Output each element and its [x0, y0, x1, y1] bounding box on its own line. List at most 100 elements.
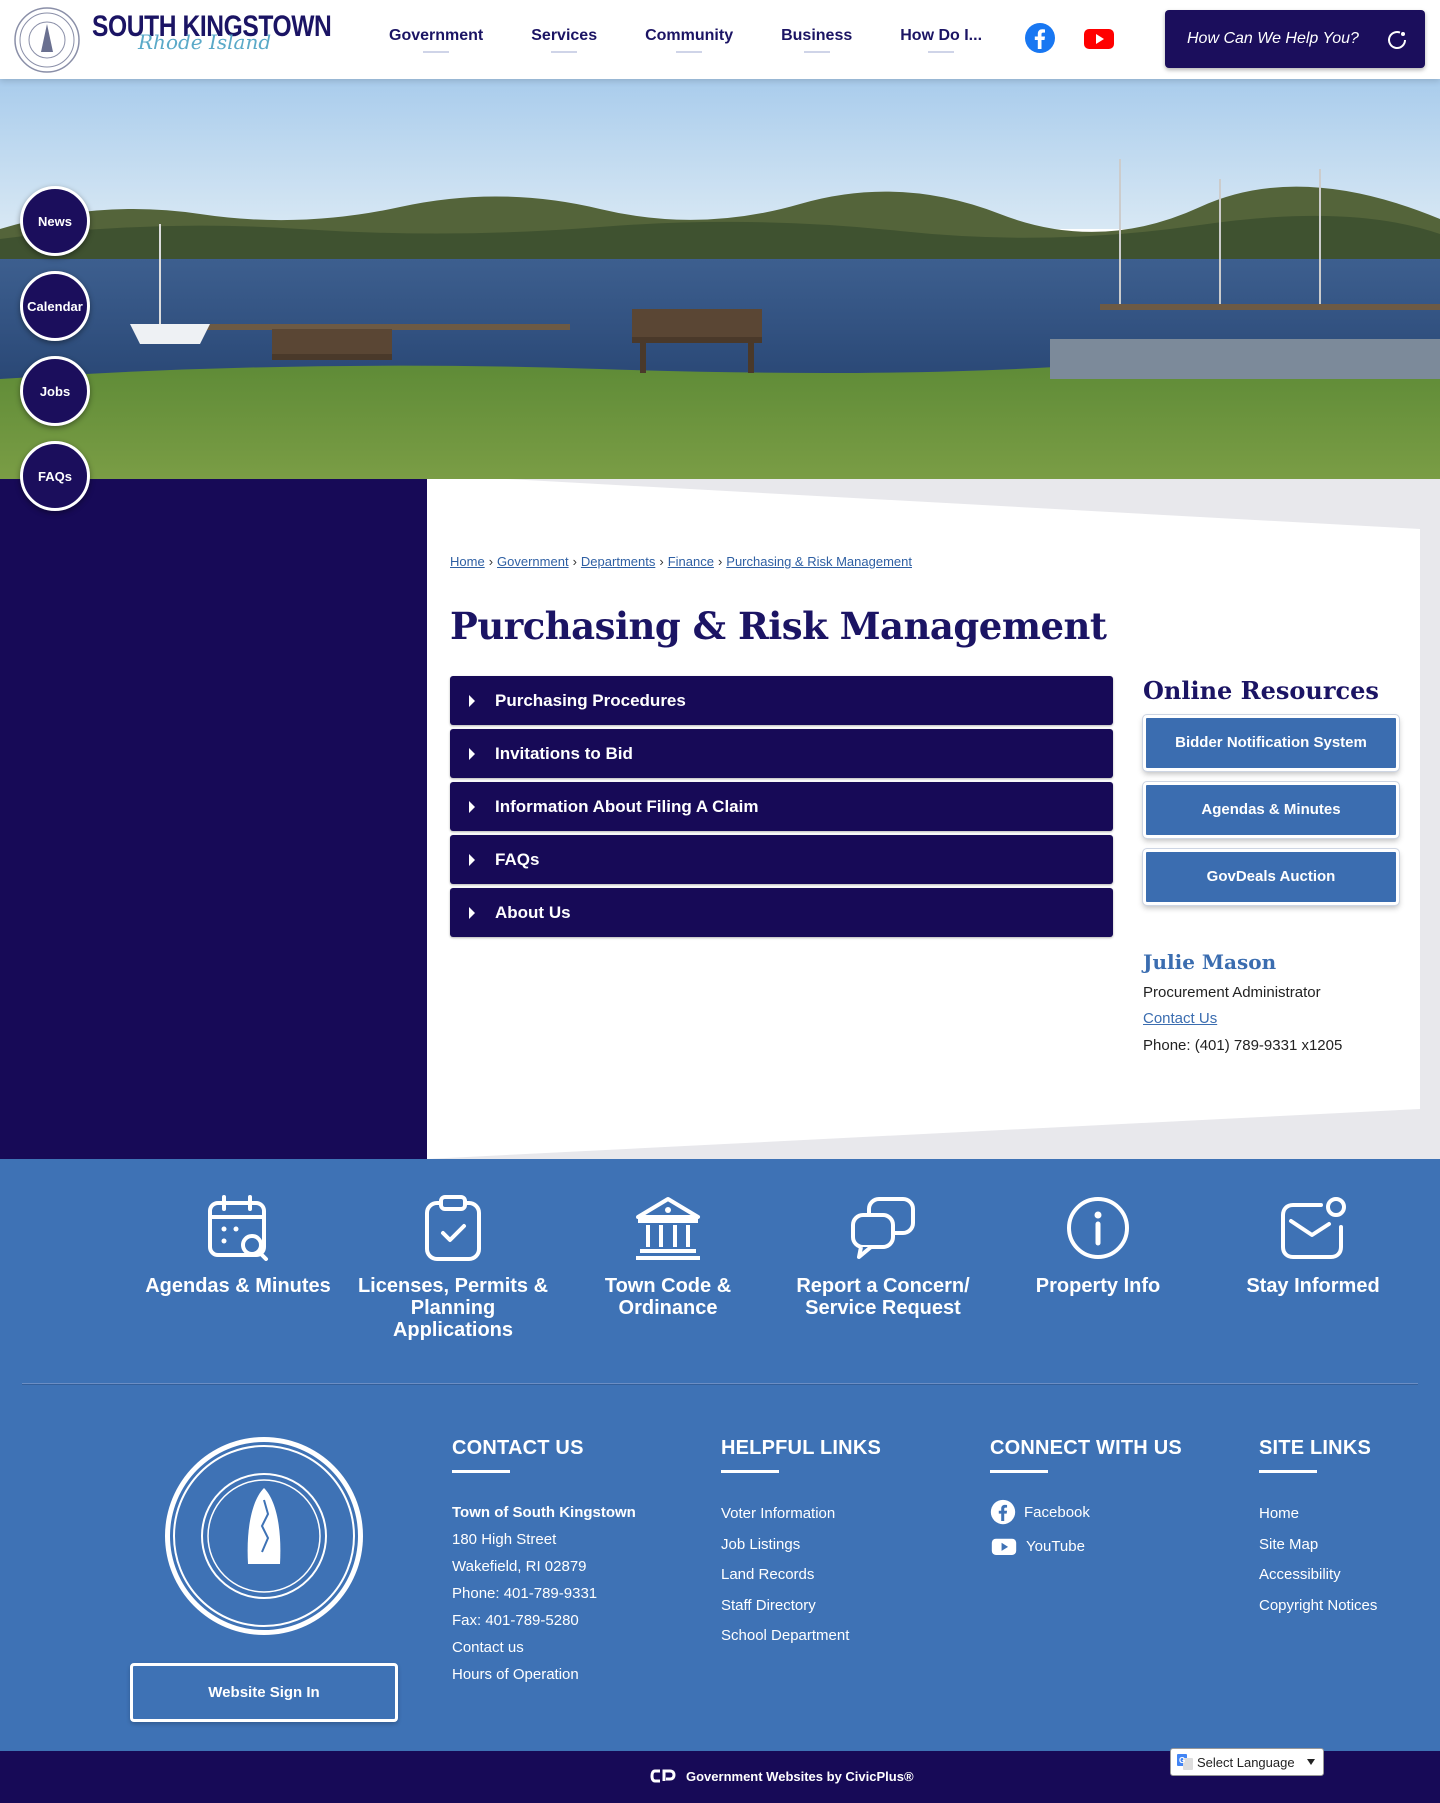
search-button[interactable]: How Can We Help You? [1165, 10, 1425, 68]
nav-label: Business [781, 26, 853, 44]
footer-contact-link[interactable]: Contact us [452, 1634, 636, 1661]
accordion-label: Purchasing Procedures [495, 690, 686, 710]
nav-underline [803, 50, 830, 53]
footer-facebook-link[interactable]: Facebook [990, 1499, 1182, 1525]
accordion-faqs[interactable]: FAQs [450, 835, 1113, 884]
quicklink-label: Property Info [1035, 1275, 1161, 1297]
breadcrumb-finance[interactable]: Finance [668, 554, 714, 569]
nav-label: Government [389, 26, 484, 44]
civicplus-credit-link[interactable]: Government Websites by CivicPlus® [650, 1768, 914, 1784]
website-sign-in-button[interactable]: Website Sign In [130, 1663, 398, 1722]
accordion: Purchasing Procedures Invitations to Bid… [450, 676, 1113, 941]
caret-right-icon [469, 801, 475, 813]
town-seal-footer [165, 1437, 363, 1635]
accordion-invitations-to-bid[interactable]: Invitations to Bid [450, 729, 1113, 778]
accordion-about-us[interactable]: About Us [450, 888, 1113, 937]
resource-button-label: GovDeals Auction [1206, 868, 1336, 885]
footer-link-job-listings[interactable]: Job Listings [721, 1530, 881, 1561]
nav-community[interactable]: Community [621, 0, 757, 79]
quick-jobs-button[interactable]: Jobs [20, 356, 90, 426]
accordion-label: Information About Filing A Claim [495, 796, 759, 816]
harbor-scene [0, 79, 1440, 479]
breadcrumb-current[interactable]: Purchasing & Risk Management [726, 554, 912, 569]
footer-hours-link[interactable]: Hours of Operation [452, 1661, 636, 1688]
quick-jobs-label: Jobs [39, 383, 71, 399]
quicklink-property-info[interactable]: Property Info [998, 1195, 1198, 1297]
accordion-purchasing-procedures[interactable]: Purchasing Procedures [450, 676, 1113, 725]
heading-underline [452, 1470, 510, 1473]
contact-phone: Phone: (401) 789-9331 x1205 [1143, 1037, 1343, 1054]
agendas-minutes-button[interactable]: Agendas & Minutes [1142, 781, 1400, 839]
accordion-label: About Us [495, 902, 571, 922]
footer-link-voter-info[interactable]: Voter Information [721, 1499, 881, 1530]
footer-address-street: 180 High Street [452, 1531, 557, 1548]
footer-youtube-link[interactable]: YouTube [990, 1533, 1182, 1559]
footer-connect-heading: CONNECT WITH US [990, 1437, 1182, 1459]
info-circle-icon [1067, 1197, 1129, 1259]
footer-link-copyright[interactable]: Copyright Notices [1259, 1591, 1377, 1622]
footer-link-home[interactable]: Home [1259, 1499, 1377, 1530]
footer-site-heading: SITE LINKS [1259, 1437, 1372, 1459]
footer-contact-heading: CONTACT US [452, 1437, 584, 1459]
search-button-label: How Can We Help You? [1187, 30, 1359, 47]
nav-business[interactable]: Business [757, 0, 876, 79]
quick-faqs-button[interactable]: FAQs [20, 441, 90, 511]
nav-label: Services [531, 26, 598, 44]
breadcrumb-departments[interactable]: Departments [581, 554, 655, 569]
heading-underline [990, 1470, 1048, 1473]
footer-link-land-records[interactable]: Land Records [721, 1560, 881, 1591]
nav-services[interactable]: Services [507, 0, 621, 79]
footer-helpful-heading: HELPFUL LINKS [721, 1437, 882, 1459]
civicplus-credit-text: Government Websites by CivicPlus® [686, 1768, 914, 1784]
footer-link-staff-directory[interactable]: Staff Directory [721, 1591, 881, 1622]
quicklink-agendas-minutes[interactable]: Agendas & Minutes [138, 1195, 338, 1297]
caret-right-icon [469, 854, 475, 866]
quicklink-stay-informed[interactable]: Stay Informed [1213, 1195, 1413, 1297]
facebook-icon[interactable] [1024, 22, 1056, 54]
online-resources-title: Online Resources [1143, 676, 1379, 705]
footer-connect-column: CONNECT WITH US Facebook YouTube [990, 1437, 1182, 1567]
quicklink-licenses-permits[interactable]: Licenses, Permits & Planning Application… [353, 1195, 553, 1341]
breadcrumb-separator: › [572, 554, 577, 569]
breadcrumb-government[interactable]: Government [497, 554, 569, 569]
quicklink-town-code[interactable]: Town Code & Ordinance [568, 1195, 768, 1319]
resource-button-label: Agendas & Minutes [1201, 801, 1341, 818]
quick-news-label: News [38, 213, 72, 229]
main-nav: Government Services Community Business H… [365, 0, 1006, 79]
caret-right-icon [469, 695, 475, 707]
facebook-icon [990, 1499, 1016, 1525]
breadcrumb-separator: › [488, 554, 494, 569]
quick-news-button[interactable]: News [20, 186, 90, 256]
language-select[interactable]: G Select Language [1170, 1748, 1324, 1776]
contact-us-link[interactable]: Contact Us [1143, 1010, 1217, 1027]
google-translate-icon: G [1177, 1754, 1193, 1770]
accordion-label: Invitations to Bid [495, 743, 633, 763]
nav-label: Community [645, 26, 734, 44]
accordion-filing-a-claim[interactable]: Information About Filing A Claim [450, 782, 1113, 831]
bidder-notification-button[interactable]: Bidder Notification System [1142, 714, 1400, 772]
nav-how-do-i[interactable]: How Do I... [876, 0, 1006, 79]
youtube-icon[interactable] [1084, 22, 1114, 54]
breadcrumb-separator: › [717, 554, 723, 569]
quick-calendar-button[interactable]: Calendar [20, 271, 90, 341]
footer-link-accessibility[interactable]: Accessibility [1259, 1560, 1377, 1591]
quicklink-label: Stay Informed [1246, 1275, 1380, 1297]
footer-contact-column: CONTACT US Town of South Kingstown 180 H… [452, 1437, 636, 1688]
quick-faqs-label: FAQs [38, 468, 72, 484]
quicklink-report-concern[interactable]: Report a Concern/ Service Request [783, 1195, 983, 1319]
nav-government[interactable]: Government [365, 0, 507, 79]
breadcrumb-home[interactable]: Home [450, 554, 485, 569]
nav-underline [928, 50, 955, 53]
footer-link-school-department[interactable]: School Department [721, 1621, 881, 1652]
footer-facebook-label: Facebook [1024, 1503, 1090, 1521]
footer-link-site-map[interactable]: Site Map [1259, 1530, 1377, 1561]
resource-button-label: Bidder Notification System [1175, 734, 1367, 751]
town-seal-logo[interactable] [14, 7, 80, 73]
accordion-label: FAQs [495, 849, 540, 869]
footer-phone: Phone: 401-789-9331 [452, 1585, 598, 1602]
chevron-down-icon [1307, 1759, 1315, 1765]
nav-underline [551, 50, 578, 53]
quick-calendar-label: Calendar [27, 298, 83, 314]
govdeals-auction-button[interactable]: GovDeals Auction [1142, 848, 1400, 906]
quicklink-label: Report a Concern/ Service Request [796, 1275, 970, 1319]
